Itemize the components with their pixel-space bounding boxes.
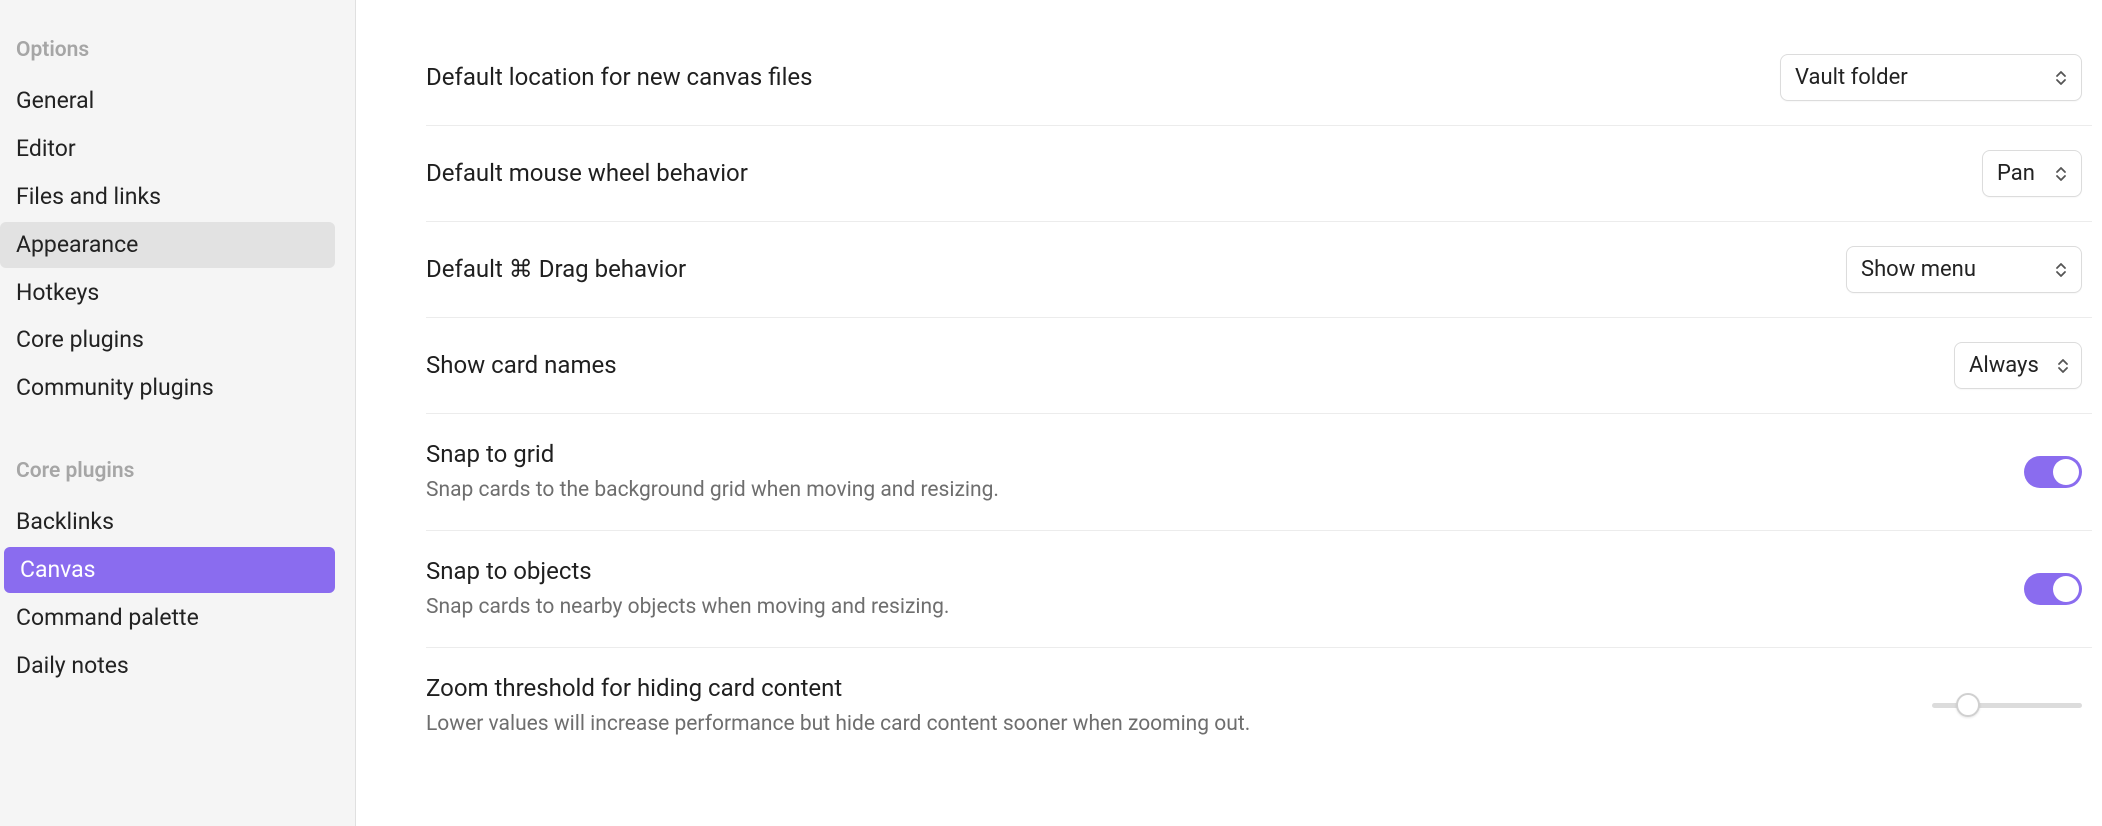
setting-title: Default ⌘ Drag behavior <box>426 253 1806 285</box>
mouse-wheel-behavior-select[interactable]: Pan <box>1982 150 2082 197</box>
setting-cmd-drag-behavior: Default ⌘ Drag behavior Show menu <box>426 222 2092 318</box>
chevron-up-down-icon <box>2055 69 2067 87</box>
setting-title: Snap to objects <box>426 555 1984 587</box>
select-value: Always <box>1969 353 2039 378</box>
sidebar-item-backlinks[interactable]: Backlinks <box>0 499 355 545</box>
sidebar-item-community-plugins[interactable]: Community plugins <box>0 365 355 411</box>
sidebar-item-command-palette[interactable]: Command palette <box>0 595 355 641</box>
sidebar-section-options: Options <box>0 28 355 76</box>
setting-title: Show card names <box>426 349 1914 381</box>
sidebar-item-canvas[interactable]: Canvas <box>4 547 335 593</box>
settings-panel: Default location for new canvas files Va… <box>356 0 2102 826</box>
snap-to-objects-toggle[interactable] <box>2024 573 2082 605</box>
chevron-up-down-icon <box>2055 165 2067 183</box>
setting-zoom-threshold: Zoom threshold for hiding card content L… <box>426 648 2092 764</box>
setting-show-card-names: Show card names Always <box>426 318 2092 414</box>
setting-mouse-wheel-behavior: Default mouse wheel behavior Pan <box>426 126 2092 222</box>
sidebar-item-core-plugins[interactable]: Core plugins <box>0 317 355 363</box>
setting-snap-to-grid: Snap to grid Snap cards to the backgroun… <box>426 414 2092 531</box>
slider-thumb[interactable] <box>1956 693 1980 717</box>
chevron-up-down-icon <box>2057 357 2069 375</box>
sidebar-item-files-and-links[interactable]: Files and links <box>0 174 355 220</box>
settings-sidebar: Options General Editor Files and links A… <box>0 0 356 826</box>
slider-track <box>1932 703 2082 708</box>
select-value: Vault folder <box>1795 65 1908 90</box>
setting-title: Default mouse wheel behavior <box>426 157 1942 189</box>
toggle-knob <box>2053 576 2079 602</box>
select-value: Show menu <box>1861 257 1976 282</box>
select-value: Pan <box>1997 161 2035 186</box>
setting-title: Default location for new canvas files <box>426 61 1740 93</box>
sidebar-item-daily-notes[interactable]: Daily notes <box>0 643 355 689</box>
cmd-drag-behavior-select[interactable]: Show menu <box>1846 246 2082 293</box>
setting-snap-to-objects: Snap to objects Snap cards to nearby obj… <box>426 531 2092 648</box>
sidebar-item-editor[interactable]: Editor <box>0 126 355 172</box>
toggle-knob <box>2053 459 2079 485</box>
setting-description: Snap cards to nearby objects when moving… <box>426 593 1984 622</box>
sidebar-item-appearance[interactable]: Appearance <box>0 222 335 268</box>
setting-description: Lower values will increase performance b… <box>426 710 1892 739</box>
sidebar-item-hotkeys[interactable]: Hotkeys <box>0 270 355 316</box>
show-card-names-select[interactable]: Always <box>1954 342 2082 389</box>
sidebar-item-general[interactable]: General <box>0 78 355 124</box>
chevron-up-down-icon <box>2055 261 2067 279</box>
snap-to-grid-toggle[interactable] <box>2024 456 2082 488</box>
setting-title: Zoom threshold for hiding card content <box>426 672 1892 704</box>
setting-description: Snap cards to the background grid when m… <box>426 476 1984 505</box>
sidebar-section-core-plugins: Core plugins <box>0 449 355 497</box>
setting-default-canvas-location: Default location for new canvas files Va… <box>426 30 2092 126</box>
zoom-threshold-slider[interactable] <box>1932 690 2082 720</box>
default-canvas-location-select[interactable]: Vault folder <box>1780 54 2082 101</box>
setting-title: Snap to grid <box>426 438 1984 470</box>
